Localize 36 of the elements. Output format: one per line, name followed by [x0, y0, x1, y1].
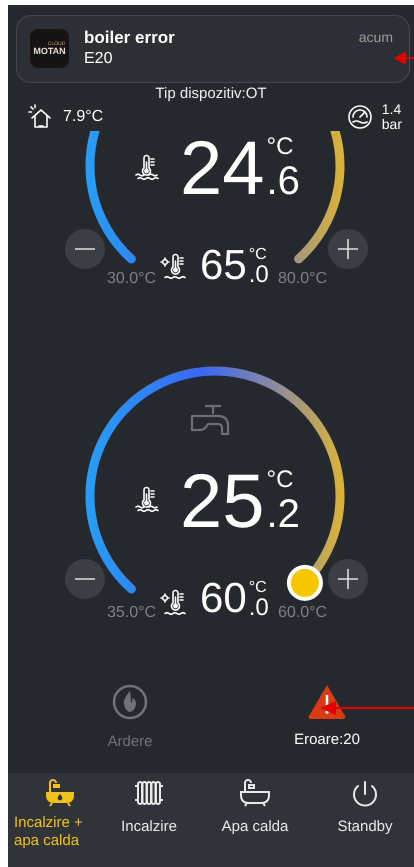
- slider-thumb[interactable]: [286, 564, 323, 601]
- status-label: Ardere: [107, 733, 153, 751]
- device-type-label: Tip dispozitiv:OT: [154, 85, 268, 103]
- logo-text: MOTAN: [33, 46, 66, 56]
- pressure-value: 1.4: [382, 102, 402, 117]
- radiator-icon: [133, 778, 165, 808]
- maximum-temperature: 80.0°C: [278, 270, 328, 288]
- decrease-button[interactable]: [65, 559, 105, 599]
- increase-button[interactable]: [328, 559, 368, 599]
- heater-thermometer-icon: [160, 253, 186, 279]
- annotation-arrow: [394, 51, 414, 65]
- increase-button[interactable]: [328, 229, 368, 269]
- heater-thermometer-icon: [160, 589, 186, 615]
- outdoor-temperature: 7.9°C: [63, 108, 104, 126]
- pressure-unit: bar: [382, 117, 402, 132]
- water-thermometer-icon: [133, 154, 159, 180]
- pressure-gauge-icon: [346, 104, 373, 130]
- plus-icon: [336, 237, 360, 261]
- water-thermometer-icon: [133, 486, 159, 512]
- status-label: Eroare:20: [294, 731, 360, 749]
- mode-tab[interactable]: Standby: [316, 773, 414, 853]
- minimum-temperature: 35.0°C: [107, 604, 156, 622]
- mode-tab[interactable]: Incalzire: [104, 773, 194, 853]
- notification-title: boiler error: [84, 28, 176, 48]
- decrease-button[interactable]: [65, 229, 105, 269]
- bathtub-icon: [239, 778, 271, 808]
- minus-icon: [74, 248, 96, 250]
- minus-icon: [74, 578, 96, 580]
- notification-message: E20: [84, 49, 114, 69]
- mode-tab[interactable]: Incalzire + apa calda: [8, 773, 104, 853]
- plus-icon: [336, 567, 360, 591]
- bathtub-flame-icon: [44, 778, 76, 808]
- maximum-temperature: 60.0°C: [278, 604, 328, 622]
- minimum-temperature: 30.0°C: [107, 270, 156, 288]
- notification-time: acum: [358, 29, 393, 45]
- mode-tab[interactable]: Apa calda: [194, 773, 316, 853]
